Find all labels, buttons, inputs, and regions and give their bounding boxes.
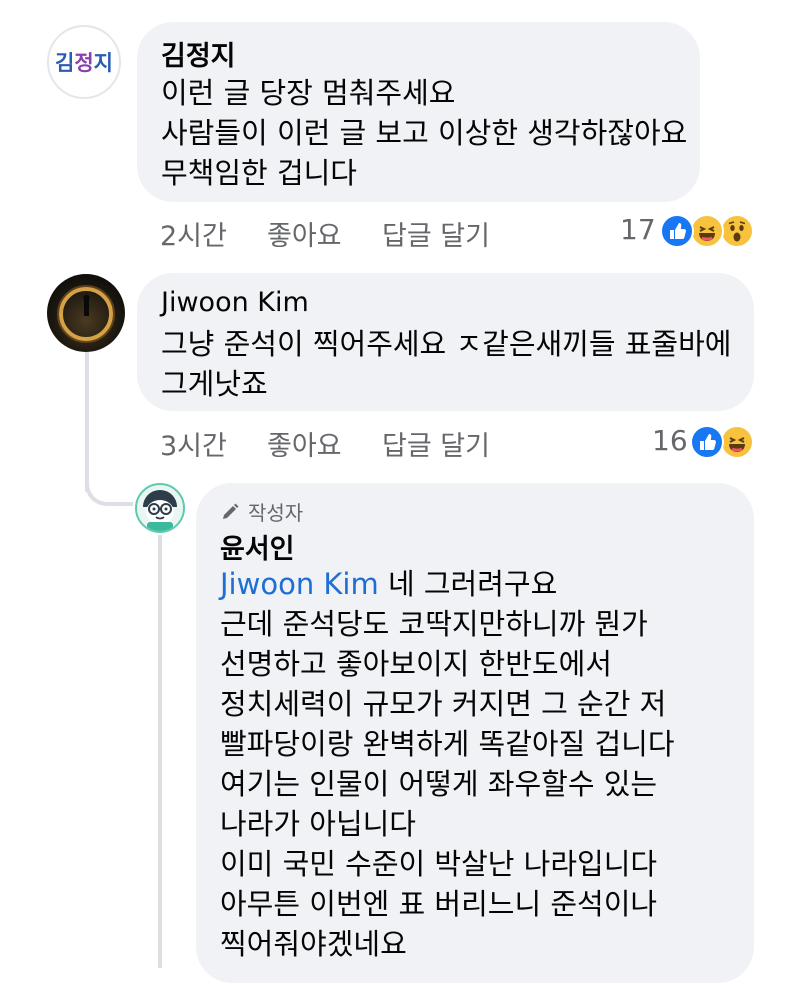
reply-button[interactable]: 답글 달기 — [382, 424, 490, 463]
avatar-photo-icon — [57, 285, 115, 343]
comment-text-line: 아무튼 이번엔 표 버리느니 준석이나 — [220, 887, 658, 921]
haha-icon[interactable] — [690, 214, 724, 248]
comment-text-line: 찍어줘야겠네요 — [220, 927, 407, 961]
comment-author[interactable]: 김정지 — [161, 34, 236, 73]
comment-text-line: 그냥 준석이 찍어주세요 ㅈ같은새끼들 표줄바에 — [161, 327, 732, 361]
comment-bubble: 작성자 윤서인 Jiwoon Kim 네 그러려구요 근데 준석당도 코딱지만하… — [196, 483, 754, 983]
avatar[interactable]: 김정지 — [47, 25, 121, 99]
mention-link[interactable]: Jiwoon Kim — [220, 567, 379, 601]
thread-connector-reply — [158, 535, 162, 968]
reaction-count[interactable]: 16 — [652, 424, 688, 457]
haha-icon[interactable] — [720, 425, 754, 459]
comment-timestamp[interactable]: 2시간 — [160, 214, 227, 253]
comment-text-line: Jiwoon Kim 네 그러려구요 — [220, 567, 558, 601]
comment-bubble: Jiwoon Kim 그냥 준석이 찍어주세요 ㅈ같은새끼들 표줄바에 그게낫죠 — [137, 273, 754, 411]
comment-text-line: 빨파당이랑 완벽하게 똑같아질 겁니다 — [220, 727, 675, 761]
like-button[interactable]: 좋아요 — [267, 424, 342, 463]
author-badge: 작성자 — [220, 497, 303, 526]
comment-text-line: 정치세력이 규모가 커지면 그 순간 저 — [220, 687, 667, 721]
reply-button[interactable]: 답글 달기 — [382, 214, 490, 253]
avatar[interactable] — [47, 274, 125, 352]
comment-author[interactable]: Jiwoon Kim — [161, 287, 309, 318]
pencil-icon — [223, 503, 239, 519]
like-icon[interactable] — [690, 425, 724, 459]
comment-author[interactable]: 윤서인 — [220, 527, 295, 566]
comment-text-line: 무책임한 겁니다 — [161, 156, 357, 190]
comment-text-line: 여기는 인물이 어떻게 좌우할수 있는 — [220, 767, 658, 801]
cartoon-face-icon — [143, 490, 177, 531]
comment-text-line: 선명하고 좋아보이지 한반도에서 — [220, 647, 612, 681]
author-badge-label: 작성자 — [248, 501, 304, 525]
comment-text-line: 그게낫죠 — [161, 367, 268, 401]
like-icon[interactable] — [660, 214, 694, 248]
wow-icon[interactable] — [720, 214, 754, 248]
avatar[interactable] — [135, 483, 185, 533]
comment-text-line: 사람들이 이런 글 보고 이상한 생각하잖아요 — [161, 116, 688, 150]
avatar-text: 김정지 — [55, 51, 113, 75]
comment-text-line: 이런 글 당장 멈춰주세요 — [161, 76, 456, 110]
comment-text-line: 나라가 아닙니다 — [220, 807, 416, 841]
comment-text-line: 근데 준석당도 코딱지만하니까 뭔가 — [220, 607, 648, 641]
comment-bubble: 김정지 이런 글 당장 멈춰주세요 사람들이 이런 글 보고 이상한 생각하잖아… — [137, 22, 700, 202]
like-button[interactable]: 좋아요 — [267, 214, 342, 253]
comment-timestamp[interactable]: 3시간 — [160, 424, 227, 463]
reaction-count[interactable]: 17 — [620, 213, 656, 246]
thread-connector-curve — [85, 460, 133, 506]
comment-text-line: 이미 국민 수준이 박살난 나라입니다 — [220, 847, 658, 881]
